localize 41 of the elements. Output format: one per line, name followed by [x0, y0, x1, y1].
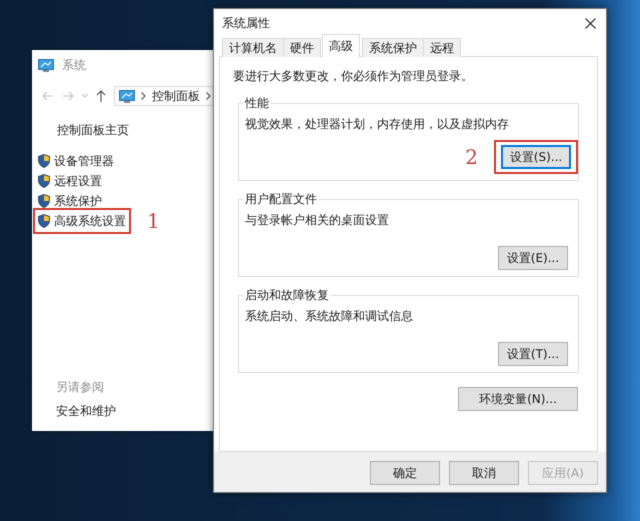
settings-button[interactable]: 设置(S)... [501, 145, 571, 169]
group-title: 启动和故障恢复 [244, 289, 330, 301]
breadcrumb-item[interactable]: 控制面板 [152, 87, 200, 105]
shield-icon [38, 194, 50, 208]
tab[interactable]: 高级 [322, 34, 360, 57]
chevron-icon [141, 92, 146, 100]
section-heading: 另请参阅 [56, 379, 105, 396]
window-title: 系统 [62, 57, 86, 74]
dialog-button[interactable]: 确定 [370, 461, 440, 485]
see-also-link[interactable]: 安全和维护 [56, 402, 116, 420]
back-arrow-icon[interactable] [42, 91, 54, 101]
tab[interactable]: 硬件 [283, 38, 321, 57]
monitor-icon [119, 90, 135, 102]
dialog-title: 系统属性 [222, 15, 270, 32]
tab[interactable]: 计算机名 [222, 38, 284, 57]
forward-arrow-icon[interactable] [62, 91, 74, 101]
dialog-button[interactable]: 取消 [449, 461, 519, 485]
sidebar-link[interactable]: 控制面板主页 [57, 121, 129, 139]
monitor-icon [38, 58, 54, 72]
group-description: 系统启动、系统故障和调试信息 [245, 308, 414, 325]
up-arrow-icon[interactable] [96, 90, 106, 102]
shield-icon [38, 214, 50, 228]
shield-icon [38, 154, 50, 168]
tab[interactable]: 系统保护 [362, 38, 424, 57]
shield-icon [38, 174, 50, 188]
step-number: 2 [465, 147, 478, 167]
settings-button[interactable]: 设置(T)... [498, 342, 568, 366]
group-description: 与登录帐户相关的桌面设置 [245, 212, 390, 229]
step-number: 1 [147, 211, 160, 231]
environment-variables-button[interactable]: 环境变量(N)... [458, 387, 578, 411]
group-description: 视觉效果，处理器计划，内存使用，以及虚拟内存 [245, 116, 510, 133]
settings-button[interactable]: 设置(E)... [498, 246, 568, 270]
group-title: 性能 [244, 97, 270, 109]
group-title: 用户配置文件 [244, 193, 318, 205]
tab[interactable]: 远程 [423, 38, 461, 57]
sidebar-item[interactable]: 高级系统设置 [33, 208, 131, 234]
address-bar[interactable]: 控制面板 [114, 86, 215, 106]
dropdown-caret-icon[interactable] [82, 94, 88, 98]
close-icon[interactable] [585, 18, 596, 28]
notice-text: 要进行大多数更改，你必须作为管理员登录。 [233, 68, 474, 85]
chevron-icon [206, 92, 211, 100]
